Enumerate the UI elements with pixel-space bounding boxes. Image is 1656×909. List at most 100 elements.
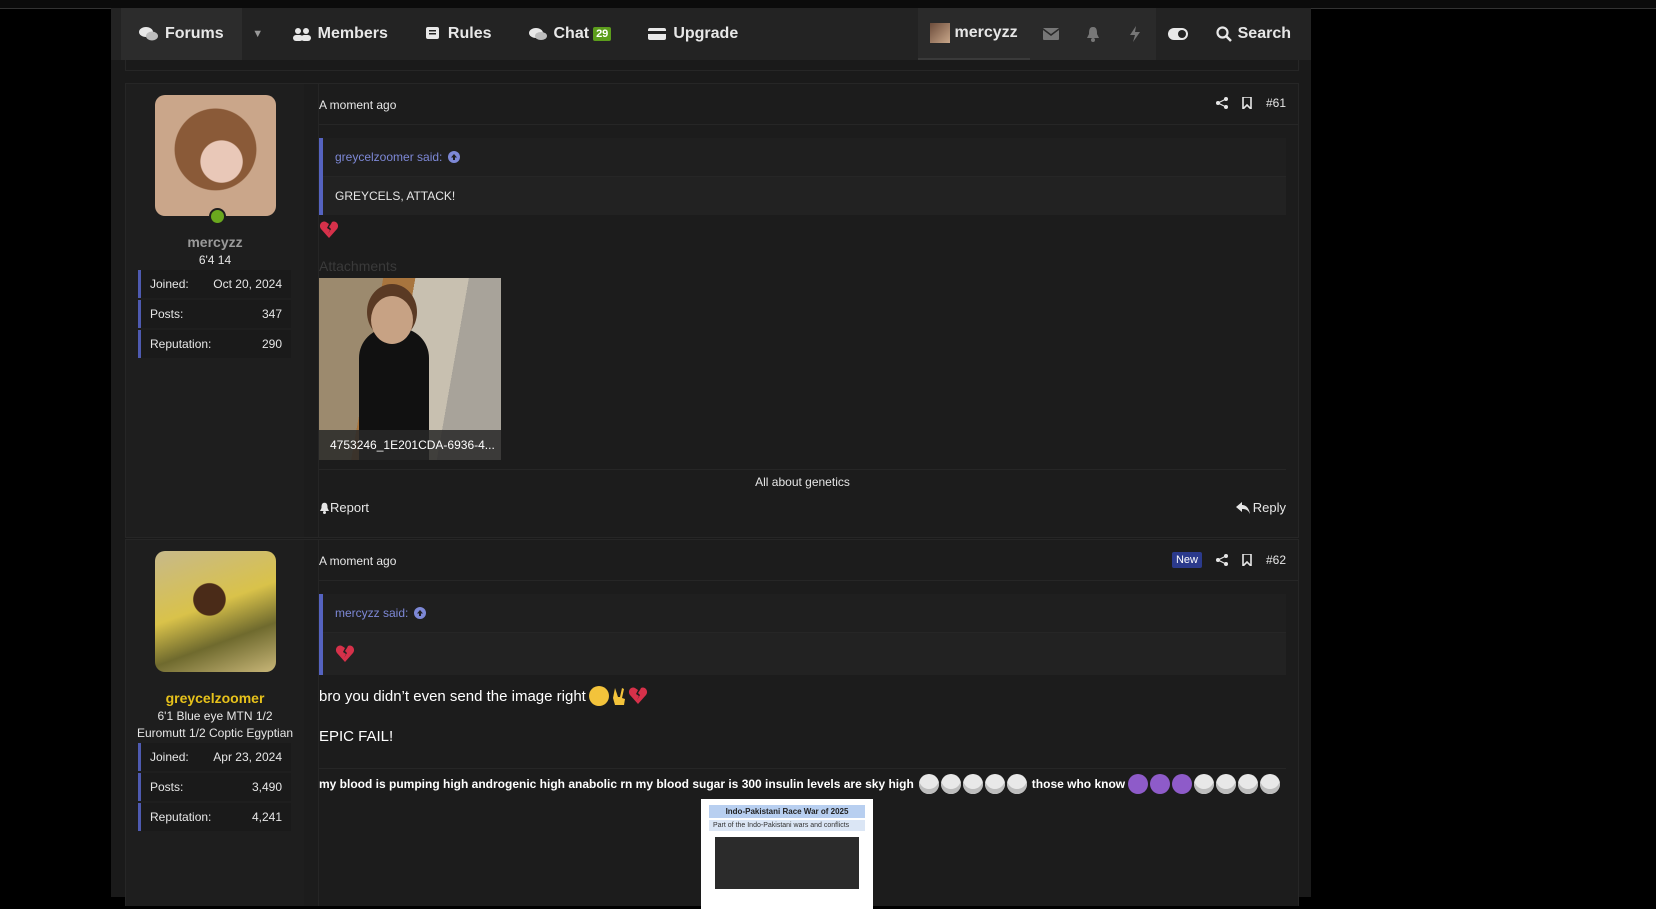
chevron-down-icon[interactable]: ▼ [242, 8, 274, 60]
quote-content: GREYCELS, ATTACK! [323, 177, 1286, 215]
nav-upgrade-label: Upgrade [673, 25, 739, 42]
new-badge: New [1171, 552, 1202, 568]
sig-image-title: Indo-Pakistani Race War of 2025 [709, 805, 865, 818]
sig-image-picture [715, 837, 859, 889]
previous-post-edge [125, 60, 1299, 71]
search-icon [1216, 26, 1232, 42]
theme-toggle-icon[interactable] [1156, 8, 1200, 60]
avatar[interactable] [155, 95, 276, 216]
nav-rules[interactable]: Rules [406, 8, 510, 60]
chat-count-badge: 29 [593, 27, 612, 41]
report-label: Report [330, 500, 370, 515]
bell-icon[interactable] [1071, 8, 1114, 60]
post-username[interactable]: greycelzoomer [126, 690, 304, 706]
skull-emoji-group [918, 774, 1028, 794]
skull-icon [940, 774, 961, 794]
post-main: A moment ago New #62 mercyzz said: bro y… [318, 540, 1298, 909]
nav-forums[interactable]: Forums [121, 8, 242, 60]
reply-button[interactable]: Reply [1235, 500, 1286, 515]
quote-author-label: greycelzoomer said: [335, 150, 443, 164]
arrow-circle-up-icon[interactable] [414, 607, 427, 619]
broken-heart-icon [335, 645, 355, 662]
stat-value: 347 [261, 307, 282, 321]
signature-image[interactable]: Indo-Pakistani Race War of 2025 Part of … [701, 799, 873, 909]
stat-label: Joined: [150, 750, 189, 764]
post-61: mercyzz 6'4 14 Joined: Oct 20, 2024 Post… [125, 83, 1299, 538]
quote-author-label: mercyzz said: [335, 606, 409, 620]
quote-block: greycelzoomer said: GREYCELS, ATTACK! [319, 138, 1286, 215]
top-navbar: Forums ▼ Members Rules Chat 29 Upgrade m… [111, 8, 1311, 60]
post-number[interactable]: #61 [1266, 96, 1286, 110]
nav-upgrade[interactable]: Upgrade [629, 8, 756, 60]
nav-user-menu[interactable]: mercyzz [918, 8, 1030, 60]
nav-username: mercyzz [954, 24, 1018, 41]
bookmark-icon[interactable] [1242, 97, 1252, 109]
reply-icon [1235, 501, 1250, 514]
forum-shell: Forums ▼ Members Rules Chat 29 Upgrade m… [111, 8, 1311, 909]
post-number[interactable]: #62 [1266, 553, 1286, 567]
skull-icon [1194, 774, 1215, 794]
attachment-figure-head [371, 296, 413, 344]
broken-heart-icon [319, 221, 339, 238]
sig-image-subtitle: Part of the Indo-Pakistani wars and conf… [709, 820, 865, 831]
smiling-devil-icon [1172, 774, 1193, 794]
user-title: 6'4 14 [198, 253, 232, 267]
post-header: A moment ago #61 [319, 84, 1298, 125]
nav-members-label: Members [317, 25, 388, 42]
stat-value: 4,241 [251, 810, 282, 824]
report-button[interactable]: Report [319, 500, 369, 515]
stat-joined: Joined: Oct 20, 2024 [138, 270, 291, 298]
reply-label: Reply [1252, 500, 1286, 515]
post-body-text: bro you didn’t even send the image right [319, 687, 586, 705]
scroll-icon [425, 27, 439, 39]
stat-label: Reputation: [150, 337, 212, 351]
post-username[interactable]: mercyzz [126, 234, 304, 250]
arrow-circle-up-icon[interactable] [448, 151, 461, 163]
nav-chat-label: Chat [553, 25, 590, 42]
post-time[interactable]: A moment ago [319, 554, 396, 568]
post-header: A moment ago New #62 [319, 540, 1298, 581]
nav-chat[interactable]: Chat 29 [510, 8, 630, 60]
bookmark-icon[interactable] [1242, 554, 1252, 566]
stat-joined: Joined: Apr 23, 2024 [138, 743, 291, 771]
nav-members[interactable]: Members [274, 8, 406, 60]
envelope-icon[interactable] [1029, 8, 1072, 60]
share-icon[interactable] [1215, 554, 1228, 566]
signature-text-2: those who know [1031, 777, 1126, 791]
stat-label: Posts: [150, 307, 184, 321]
post-time[interactable]: A moment ago [319, 98, 396, 112]
quote-author[interactable]: greycelzoomer said: [323, 138, 1286, 177]
bolt-icon[interactable] [1113, 8, 1156, 60]
post-main: A moment ago #61 greycelzoomer said: GRE… [318, 84, 1298, 537]
skull-icon [962, 774, 983, 794]
stat-posts: Posts: 3,490 [138, 773, 291, 801]
post-62: greycelzoomer 6'1 Blue eye MTN 1/2 Eurom… [125, 539, 1299, 909]
stat-label: Posts: [150, 780, 184, 794]
quote-author[interactable]: mercyzz said: [323, 594, 1286, 633]
post-body-line1: bro you didn’t even send the image right [319, 686, 648, 706]
victory-hand-icon [612, 688, 625, 705]
attachment-filename: 4753246_1E201CDA-6936-4... [319, 430, 501, 460]
signature: All about genetics [319, 469, 1286, 489]
stat-value: 3,490 [251, 780, 282, 794]
online-indicator [209, 208, 226, 225]
sob-emoji-icon [588, 686, 609, 706]
avatar[interactable] [155, 551, 276, 672]
stat-value: 290 [261, 337, 282, 351]
user-title-line2: Euromutt 1/2 Coptic Egyptian [136, 726, 294, 740]
share-icon[interactable] [1215, 97, 1228, 109]
nav-search[interactable]: Search [1200, 8, 1311, 60]
attachment-thumbnail[interactable]: 4753246_1E201CDA-6936-4... [319, 278, 501, 460]
signature: my blood is pumping high androgenic high… [319, 768, 1286, 799]
chat-icon [528, 28, 547, 40]
broken-heart-icon [628, 687, 647, 704]
skull-icon [918, 774, 939, 794]
quote-content [323, 633, 1286, 675]
skull-icon [984, 774, 1005, 794]
stat-posts: Posts: 347 [138, 300, 291, 328]
stat-reputation: Reputation: 4,241 [138, 803, 291, 831]
devil-skull-emoji-group [1127, 774, 1281, 794]
users-icon [292, 28, 311, 41]
attachments-label: Attachments [319, 258, 397, 274]
comments-icon [139, 27, 158, 41]
